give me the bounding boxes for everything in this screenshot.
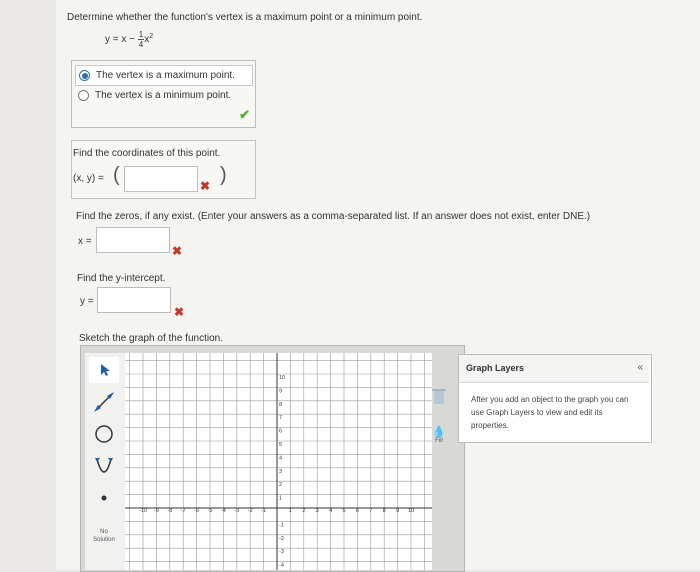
parabola-tool[interactable] <box>89 453 119 479</box>
x-tick-label: -8 <box>167 508 172 514</box>
coords-label: (x, y) = <box>73 173 104 184</box>
x-icon: ✖ <box>174 305 185 319</box>
y-tick-label: -2 <box>279 536 284 542</box>
coords-prompt: Find the coordinates of this point. <box>73 148 221 159</box>
option-maximum[interactable]: The vertex is a maximum point. <box>75 65 253 86</box>
fill-icon: 💧 <box>432 425 446 438</box>
no-solution-label: No Solution <box>93 529 115 543</box>
x-tick-label: -9 <box>154 508 159 514</box>
x-tick-label: 5 <box>342 508 345 514</box>
circle-icon <box>95 425 113 443</box>
delete-button[interactable] <box>428 386 450 408</box>
x-tick-label: 2 <box>302 508 305 514</box>
graph-layers-header: Graph Layers « <box>459 355 649 383</box>
graph-layers-title: Graph Layers <box>466 363 525 373</box>
x-tick-label: -4 <box>221 508 226 514</box>
graph-layers-panel: Graph Layers « After you add an object t… <box>458 354 652 443</box>
fill-button[interactable]: 💧 Fill <box>428 420 450 450</box>
x-tick-label: 9 <box>396 508 399 514</box>
y-tick-label: -4 <box>279 563 284 569</box>
y-tick-label: 5 <box>279 442 282 448</box>
close-paren: ) <box>220 164 227 186</box>
function-equation: y = x − 1 4 x2 <box>105 30 153 49</box>
yint-input[interactable] <box>97 287 171 313</box>
equation-exponent: 2 <box>149 32 154 40</box>
line-tool[interactable] <box>89 389 119 415</box>
vertex-choice-group: The vertex is a maximum point. The verte… <box>71 60 256 128</box>
check-icon: ✔ <box>239 107 250 122</box>
arrow-tool[interactable] <box>89 357 119 383</box>
y-tick-label: -1 <box>279 522 284 528</box>
y-tick-label: 8 <box>279 402 282 408</box>
x-icon: ✖ <box>172 244 183 258</box>
y-tick-label: 7 <box>279 415 282 421</box>
parabola-icon <box>95 458 113 473</box>
x-tick-label: 4 <box>329 508 332 514</box>
y-tick-label: 6 <box>279 429 282 435</box>
yint-label: y = <box>80 296 94 307</box>
x-tick-label: -7 <box>181 508 186 514</box>
option-minimum[interactable]: The vertex is a minimum point. <box>75 86 251 105</box>
open-paren: ( <box>113 164 120 186</box>
x-tick-label: 10 <box>408 508 414 514</box>
radio-maximum[interactable] <box>79 70 90 81</box>
question-prompt: Determine whether the function's vertex … <box>67 12 423 23</box>
circle-tool[interactable] <box>89 421 119 447</box>
fill-label: Fill <box>435 437 443 444</box>
coords-input[interactable] <box>124 166 198 192</box>
yint-prompt: Find the y-intercept. <box>77 273 166 284</box>
option-maximum-label: The vertex is a maximum point. <box>96 70 235 81</box>
y-tick-label: 10 <box>279 375 285 381</box>
graph-toolbar: No Solution <box>85 353 126 570</box>
x-tick-label: -1 <box>261 508 266 514</box>
x-tick-label: -3 <box>234 508 239 514</box>
graph-prompt: Sketch the graph of the function. <box>79 333 223 344</box>
graph-canvas[interactable]: -10 -9 -8 -7 -6 -5 -4 -3 -2 -1 1 2 3 4 5 6 7 8 9 10 10 9 8 7 6 5 4… <box>125 353 432 570</box>
y-tick-label: 3 <box>279 469 282 475</box>
zeros-label: x = <box>78 236 92 247</box>
equation-lhs: y = x − <box>105 34 136 46</box>
x-tick-label: -10 <box>139 508 147 514</box>
no-solution-button[interactable]: No Solution <box>89 521 119 551</box>
point-tool[interactable] <box>89 485 119 511</box>
zeros-prompt: Find the zeros, if any exist. (Enter you… <box>76 211 591 222</box>
x-tick-label: 6 <box>356 508 359 514</box>
y-tick-label: 2 <box>279 482 282 488</box>
y-tick-label: 9 <box>279 388 282 394</box>
line-icon <box>94 392 114 412</box>
x-tick-label: 1 <box>289 508 292 514</box>
point-icon <box>101 495 107 501</box>
trash-icon <box>432 389 446 404</box>
y-tick-label: -3 <box>279 549 284 555</box>
y-tick-label: 4 <box>279 455 282 461</box>
pointer-icon <box>101 364 110 376</box>
x-tick-label: -2 <box>248 508 253 514</box>
collapse-icon[interactable]: « <box>637 362 643 373</box>
x-tick-label: 8 <box>383 508 386 514</box>
x-tick-label: 7 <box>369 508 372 514</box>
graph-layers-description: After you add an object to the graph you… <box>471 395 629 430</box>
option-minimum-label: The vertex is a minimum point. <box>95 90 232 101</box>
zeros-input[interactable] <box>96 227 170 253</box>
radio-minimum[interactable] <box>78 90 89 101</box>
x-icon: ✖ <box>200 179 211 193</box>
x-tick-label: -5 <box>208 508 213 514</box>
y-tick-label: 1 <box>279 496 282 502</box>
x-tick-label: 3 <box>316 508 319 514</box>
x-tick-label: -6 <box>194 508 199 514</box>
